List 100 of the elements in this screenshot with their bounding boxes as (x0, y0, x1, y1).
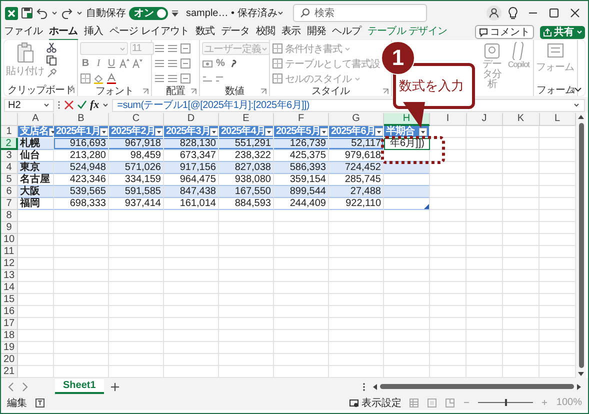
row-header[interactable]: 14 (1, 282, 18, 294)
grow-font-icon[interactable] (119, 58, 130, 69)
row-header[interactable]: 18 (1, 330, 18, 342)
bold-button[interactable]: B (80, 58, 91, 69)
column-header[interactable]: E (219, 113, 274, 126)
column-header[interactable]: K (503, 113, 540, 126)
align-lines-icon[interactable] (154, 73, 165, 84)
add-sheet-icon[interactable] (110, 382, 120, 392)
currency-icon[interactable] (202, 58, 213, 69)
wrap-text-icon[interactable] (180, 73, 191, 84)
percent-button[interactable]: % (215, 58, 226, 69)
menu-tab[interactable]: 挿入 (84, 24, 104, 40)
menu-tab[interactable]: 表示 (281, 24, 301, 40)
filter-dropdown-icon[interactable] (100, 128, 108, 136)
column-header[interactable]: B (54, 113, 109, 126)
filter-dropdown-icon[interactable] (210, 128, 218, 136)
column-header[interactable]: J (466, 113, 503, 126)
row-header[interactable]: 8 (1, 210, 18, 222)
filter-dropdown-icon[interactable] (320, 128, 328, 136)
collapse-ribbon-icon[interactable] (574, 87, 582, 93)
enter-icon[interactable] (77, 100, 87, 110)
next-sheet-icon[interactable] (21, 382, 29, 392)
save-icon[interactable] (21, 7, 33, 19)
align-lines-icon[interactable] (154, 58, 165, 69)
align-lines-icon[interactable] (167, 73, 178, 84)
column-header[interactable]: I (430, 113, 466, 126)
font-name-field[interactable] (80, 42, 128, 55)
menu-tab[interactable]: ファイル (4, 24, 43, 40)
file-name[interactable]: sample… • 保存済み (186, 6, 278, 20)
wrap-text-icon[interactable] (180, 43, 191, 54)
row-header[interactable]: 1 (1, 126, 18, 138)
column-header[interactable]: F (274, 113, 329, 126)
align-lines-icon[interactable] (167, 58, 178, 69)
autosave-toggle[interactable]: オン (129, 6, 168, 20)
share-button[interactable]: 共有 (540, 26, 585, 38)
menu-tab[interactable]: 開発 (306, 24, 326, 40)
row-header[interactable]: 9 (1, 222, 18, 234)
fill-color-icon[interactable] (93, 73, 104, 84)
shrink-font-icon[interactable] (132, 58, 143, 69)
row-header[interactable]: 15 (1, 294, 18, 306)
row-header[interactable]: 16 (1, 306, 18, 318)
previous-sheet-icon[interactable] (7, 382, 15, 392)
menu-tab[interactable]: 校閲 (256, 24, 276, 40)
sheet-tab[interactable]: Sheet1 (55, 379, 104, 394)
copy-icon[interactable] (46, 55, 57, 66)
display-settings-button[interactable]: 表示設定 (349, 396, 402, 410)
vertical-scrollbar[interactable] (576, 113, 586, 378)
filter-dropdown-icon[interactable] (155, 128, 164, 136)
menu-tab[interactable]: 数式 (195, 24, 215, 40)
font-color-icon[interactable] (106, 73, 117, 84)
scroll-left-icon[interactable] (372, 382, 378, 390)
filter-dropdown-icon[interactable] (265, 128, 274, 136)
row-header[interactable]: 13 (1, 270, 18, 282)
menu-tab[interactable]: テーブル デザイン (367, 24, 448, 40)
scissors-icon[interactable] (46, 42, 57, 53)
italic-button[interactable]: I (93, 58, 104, 69)
comment-button[interactable]: コメント (475, 25, 534, 39)
menu-tab[interactable]: データ (220, 24, 250, 40)
align-lines-icon[interactable] (154, 43, 165, 54)
scroll-right-icon[interactable] (576, 382, 582, 390)
filter-dropdown-icon[interactable] (419, 128, 427, 136)
redo-icon[interactable] (61, 7, 73, 19)
name-box[interactable]: H2 (4, 98, 54, 112)
row-header[interactable]: 11 (1, 246, 18, 258)
account-icon[interactable] (486, 5, 502, 21)
borders-icon[interactable] (80, 73, 91, 84)
column-header[interactable]: G (329, 113, 384, 126)
row-header[interactable]: 20 (1, 354, 18, 366)
column-header[interactable]: L (540, 113, 576, 126)
row-header[interactable]: 19 (1, 342, 18, 354)
column-header[interactable]: D (164, 113, 219, 126)
row-header[interactable]: 7 (1, 198, 18, 210)
underline-button[interactable]: U (106, 58, 117, 69)
customize-caret-icon[interactable] (171, 8, 179, 18)
row-header[interactable]: 3 (1, 150, 18, 162)
more-options-icon[interactable] (362, 382, 366, 392)
column-header[interactable]: C (109, 113, 164, 126)
filter-dropdown-icon[interactable] (375, 128, 384, 136)
menu-tab[interactable]: ページ レイアウト (109, 24, 190, 40)
horizontal-scrollbar[interactable] (372, 382, 582, 390)
row-header[interactable]: 6 (1, 186, 18, 198)
merge-cells-icon[interactable] (180, 58, 191, 69)
row-header[interactable]: 10 (1, 234, 18, 246)
cancel-icon[interactable] (64, 100, 74, 110)
column-header[interactable]: A (18, 113, 54, 126)
row-header[interactable]: 5 (1, 174, 18, 186)
row-header[interactable]: 2 (1, 138, 18, 150)
table-resize-handle-icon[interactable] (424, 204, 429, 209)
accessibility-icon[interactable] (35, 398, 45, 408)
format-painter-icon[interactable] (46, 68, 57, 79)
dialog-launcher-icon[interactable] (568, 87, 575, 94)
row-header[interactable]: 12 (1, 258, 18, 270)
menu-tab[interactable]: ヘルプ (332, 24, 362, 40)
row-header[interactable]: 21 (1, 366, 18, 378)
insert-function-button[interactable]: fx (90, 99, 100, 111)
search-field[interactable]: 検索 (293, 4, 428, 22)
row-header[interactable]: 4 (1, 162, 18, 174)
undo-icon[interactable] (36, 7, 48, 19)
align-lines-icon[interactable] (167, 43, 178, 54)
row-header[interactable]: 17 (1, 318, 18, 330)
